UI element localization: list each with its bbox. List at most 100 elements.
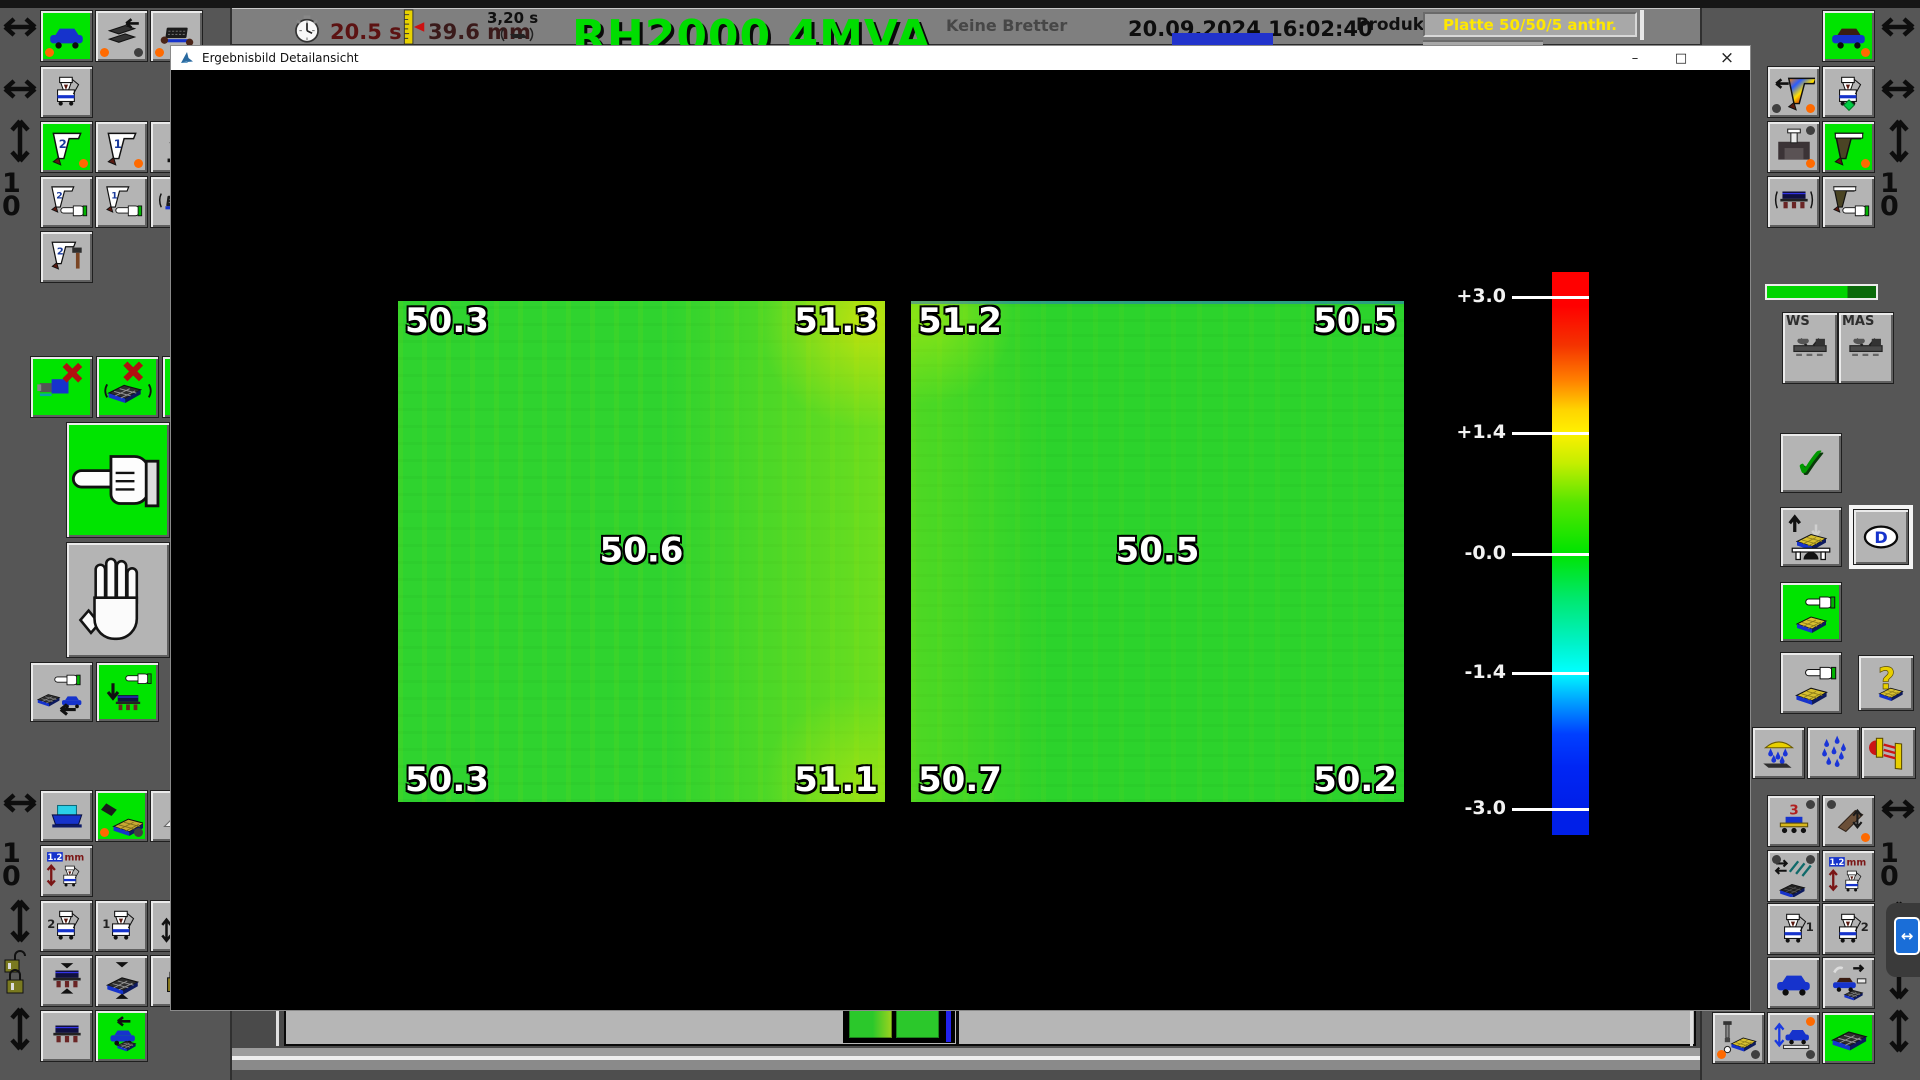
minimize-button[interactable]: –: [1612, 46, 1658, 70]
btn-rain[interactable]: [1752, 727, 1805, 779]
status-strip-dark: [232, 1070, 1700, 1080]
lathe-icon: [1787, 325, 1833, 371]
btn-cam-x[interactable]: [30, 356, 93, 418]
btn-funnel-hand-1[interactable]: 1: [95, 176, 148, 228]
top-bar-separator: [1640, 10, 1644, 40]
car-plate-in-icon: [101, 1015, 143, 1057]
btn-table[interactable]: [40, 1010, 93, 1062]
status-dot: [1751, 1050, 1760, 1059]
btn-machine-1[interactable]: 1: [95, 900, 148, 952]
btn-funnel-hand-2[interactable]: 2: [40, 176, 93, 228]
btn-waffle-arrows[interactable]: [95, 955, 148, 1007]
btn-tray[interactable]: [40, 790, 93, 842]
measurement-value: 50.3: [405, 760, 489, 800]
btn-press[interactable]: [1767, 121, 1820, 173]
btn-car[interactable]: [1767, 957, 1820, 1009]
btn-combs[interactable]: [1767, 850, 1820, 902]
dialog-title: Ergebnisbild Detailansicht: [202, 51, 359, 65]
status-dot: [1717, 1050, 1726, 1059]
btn-table-vib[interactable]: [1767, 176, 1820, 228]
btn-hopper[interactable]: [40, 66, 93, 118]
btn-plates-arrow[interactable]: [95, 10, 148, 62]
btn-car-plate-out[interactable]: [1822, 957, 1875, 1009]
btn-hand-stop[interactable]: [66, 542, 170, 658]
btn-hand-point[interactable]: [66, 422, 170, 538]
mini-heatmap-right[interactable]: [896, 1010, 939, 1038]
btn-hand-plate-car[interactable]: [30, 662, 93, 722]
status-dot: [45, 48, 54, 57]
btn-plate-updown[interactable]: [1822, 795, 1875, 847]
btn-mm-machine[interactable]: 1.2mm: [1822, 850, 1875, 902]
rail-label-10: 10: [2, 172, 21, 218]
svg-text:2: 2: [1860, 920, 1868, 934]
btn-car-scale[interactable]: [1767, 1012, 1820, 1064]
hopper-icon: [46, 71, 88, 113]
btn-conveyor[interactable]: 3: [1767, 795, 1820, 847]
hopper-ok-icon: [1828, 71, 1870, 113]
btn-funnel-color[interactable]: [1767, 66, 1820, 118]
status-dot: [1806, 159, 1815, 168]
colorbar-tick: [1512, 432, 1589, 435]
measurement-value: 51.1: [794, 760, 878, 800]
svg-text:1.2: 1.2: [1829, 857, 1844, 867]
btn-lathe-mas[interactable]: MAS: [1838, 312, 1894, 384]
colorbar-label: +1.4: [1426, 421, 1506, 443]
double-arrow-horizontal-icon: [1880, 798, 1916, 824]
colorbar-tick: [1512, 296, 1589, 299]
btn-funnel-1[interactable]: 1: [95, 121, 148, 173]
double-arrow-vertical-icon: [1888, 1008, 1910, 1058]
funnel-hand-icon: 1: [101, 181, 143, 223]
svg-text:3: 3: [1789, 803, 1799, 819]
close-button[interactable]: ×: [1704, 46, 1750, 70]
maximize-button[interactable]: □: [1658, 46, 1704, 70]
btn-funnel-2[interactable]: 2: [40, 121, 93, 173]
status-dot: [1806, 104, 1815, 113]
measurement-value: 50.3: [405, 301, 489, 341]
status-dot: [100, 48, 109, 57]
btn-vib-x[interactable]: [96, 356, 159, 418]
remote-access-icon[interactable]: ↔: [1894, 917, 1920, 955]
btn-funnel-dark-hand[interactable]: [1822, 176, 1875, 228]
btn-hand-down-plates[interactable]: [96, 662, 159, 722]
funnel-hand-icon: 2: [46, 181, 88, 223]
btn-light-rays[interactable]: [1861, 727, 1916, 779]
btn-car-dark[interactable]: [1822, 10, 1875, 62]
lock-icons: [3, 948, 37, 1002]
btn-hopper-ok[interactable]: [1822, 66, 1875, 118]
btn-plate-up[interactable]: [1780, 507, 1842, 567]
btn-arrow-plate[interactable]: [95, 790, 148, 842]
btn-drops[interactable]: [1807, 727, 1860, 779]
btn-machine-r-1[interactable]: 1: [1767, 903, 1820, 955]
status-dot: [134, 48, 143, 57]
btn-waffle[interactable]: [1822, 1012, 1875, 1064]
colorbar-label: +3.0: [1426, 285, 1506, 307]
btn-table-press[interactable]: [40, 955, 93, 1007]
measurement-value: 50.6: [600, 530, 684, 570]
btn-lathe-ws[interactable]: WS: [1782, 312, 1838, 384]
btn-hand-plate[interactable]: [1780, 652, 1842, 714]
mm-machine-icon: 1.2mm: [46, 850, 88, 892]
heatmap-board-right[interactable]: 51.2 50.5 50.5 50.7 50.2: [911, 301, 1404, 802]
btn-machine-2[interactable]: 2: [40, 900, 93, 952]
btn-car-plate-in[interactable]: [95, 1010, 148, 1062]
btn-funnel-hammer-2[interactable]: 2: [40, 231, 93, 283]
colorbar-label: -0.0: [1426, 542, 1506, 564]
btn-plate-tool[interactable]: [1712, 1012, 1765, 1064]
btn-check[interactable]: ✓: [1780, 433, 1842, 493]
double-arrow-horizontal-icon: [2, 16, 38, 42]
btn-d-oval[interactable]: D: [1853, 509, 1909, 565]
btn-car[interactable]: [40, 10, 93, 62]
btn-machine-r-2[interactable]: 2: [1822, 903, 1875, 955]
hand-plate-icon: [1786, 587, 1836, 637]
mini-heatmap-left[interactable]: [849, 1010, 892, 1038]
heatmap-board-left[interactable]: 50.3 51.3 50.6 50.3 51.1: [398, 301, 885, 802]
btn-question-plate[interactable]: ?: [1858, 655, 1914, 711]
btn-hand-plate[interactable]: [1780, 582, 1842, 642]
product-field[interactable]: Platte 50/50/5 anthr.: [1423, 12, 1637, 37]
status-dot: [1806, 800, 1815, 809]
svg-text:1: 1: [102, 917, 110, 931]
btn-funnel-dark[interactable]: [1822, 121, 1875, 173]
dialog-titlebar[interactable]: Ergebnisbild Detailansicht – □ ×: [171, 46, 1750, 70]
hand-plate-icon: [1785, 657, 1837, 709]
btn-mm-machine[interactable]: 1.2mm: [40, 845, 93, 897]
